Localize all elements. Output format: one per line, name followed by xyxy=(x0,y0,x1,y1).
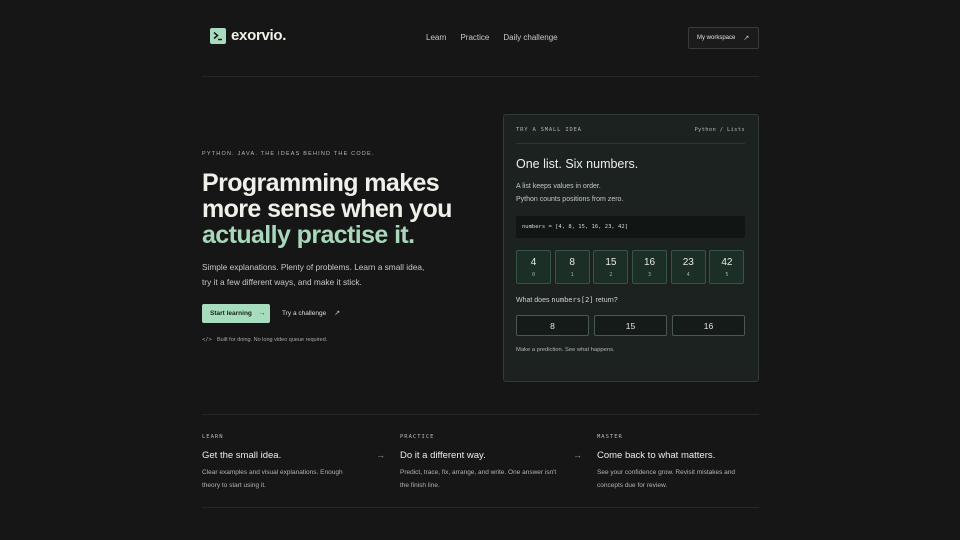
feature-learn: LEARN Get the small idea. Clear examples… xyxy=(202,434,372,492)
card-hint: Make a prediction. See what happens. xyxy=(516,347,615,353)
feature-text-line: concepts due for review. xyxy=(597,481,668,489)
arrow-up-right-icon: ↗ xyxy=(743,35,750,42)
card-body-line-2: Python counts positions from zero. xyxy=(516,195,624,203)
answer-option-button[interactable]: 15 xyxy=(594,315,667,336)
feature-text-line: See your confidence grow. Revisit mistak… xyxy=(597,469,736,476)
answer-option-button[interactable]: 16 xyxy=(672,315,745,336)
my-workspace-button[interactable]: My workspace ↗ xyxy=(688,27,759,49)
arrow-up-right-icon: ↗ xyxy=(334,310,341,317)
cell-value: 23 xyxy=(682,256,694,268)
arrow-right-icon: → xyxy=(573,450,582,460)
cell-value: 16 xyxy=(644,256,656,268)
card-path: Python / Lists xyxy=(694,127,745,133)
card-tag: TRY A SMALL IDEA xyxy=(516,127,582,133)
cell-index: 0 xyxy=(531,271,535,278)
terminal-prompt-icon xyxy=(210,27,226,44)
feature-label: MASTER xyxy=(597,434,623,440)
list-cell: 81 xyxy=(554,250,590,284)
feature-text-line: theory to start using it. xyxy=(202,481,266,489)
question-pre: What does xyxy=(516,297,552,304)
question-code: numbers[2] xyxy=(551,296,594,304)
try-challenge-link[interactable]: Try a challenge ↗ xyxy=(282,309,341,318)
feature-master: MASTER Come back to what matters. See yo… xyxy=(597,434,767,492)
logo-text: exorvio. xyxy=(231,27,287,44)
try-challenge-label: Try a challenge xyxy=(282,309,327,317)
hero-headline: Programming makes more sense when you ac… xyxy=(202,170,462,248)
feature-practice: PRACTICE Do it a different way. Predict,… xyxy=(400,434,570,492)
main-nav: Learn Practice Daily challenge xyxy=(426,33,558,42)
header-divider xyxy=(202,76,759,77)
desc-line-2: try it a few different ways, and make it… xyxy=(202,277,362,287)
list-cells: 40 81 15 2 16 3 23 4 42 5 xyxy=(516,250,745,284)
cell-value: 42 xyxy=(721,256,733,268)
logo[interactable]: exorvio. xyxy=(210,27,286,44)
hero-eyebrow: PYTHON. JAVA. THE IDEAS BEHIND THE CODE. xyxy=(202,151,375,157)
list-cell: 15 2 xyxy=(593,250,629,284)
my-workspace-label: My workspace xyxy=(697,35,736,41)
desc-line-1: Simple explanations. Plenty of problems.… xyxy=(202,262,425,272)
feature-text: Clear examples and visual explanations. … xyxy=(202,467,372,492)
cell-index: 3 xyxy=(648,271,652,278)
cell-index: 2 xyxy=(609,271,613,278)
cell-value: 4 xyxy=(530,256,537,268)
feature-label: LEARN xyxy=(202,434,224,440)
site-header: exorvio. Learn Practice Daily challenge … xyxy=(202,26,759,50)
cell-value: 15 xyxy=(605,256,617,268)
features-divider-bottom xyxy=(202,507,759,508)
headline-accent: actually practise it. xyxy=(202,221,415,249)
card-header: TRY A SMALL IDEA Python / Lists xyxy=(516,127,745,133)
start-learning-label: Start learning xyxy=(210,310,252,317)
cell-index: 5 xyxy=(725,271,729,278)
code-brackets-icon: </> xyxy=(202,337,212,343)
feature-text: See your confidence grow. Revisit mistak… xyxy=(597,467,767,492)
headline-line-2: more sense when you xyxy=(202,195,452,223)
arrow-right-icon: → xyxy=(258,310,266,317)
cell-value: 8 xyxy=(569,256,575,268)
list-cell: 40 xyxy=(516,250,551,284)
card-body: A list keeps values in order. Python cou… xyxy=(516,181,623,206)
feature-title: Get the small idea. xyxy=(202,450,282,461)
nav-learn[interactable]: Learn xyxy=(426,33,446,42)
cell-index: 1 xyxy=(570,271,574,278)
list-cell: 16 3 xyxy=(632,250,668,284)
feature-text-line: Clear examples and visual explanations. … xyxy=(202,469,343,476)
list-cell: 23 4 xyxy=(670,250,706,284)
feature-text: Predict, trace, fix, arrange, and write.… xyxy=(400,467,570,492)
answer-option-button[interactable]: 8 xyxy=(516,315,589,336)
card-title: One list. Six numbers. xyxy=(516,157,639,171)
feature-title: Do it a different way. xyxy=(400,450,486,461)
feature-text-line: Predict, trace, fix, arrange, and write.… xyxy=(400,469,557,476)
feature-text-line: the finish line. xyxy=(400,481,440,489)
headline-line-1: Programming makes xyxy=(202,169,440,197)
list-cell: 42 5 xyxy=(709,250,745,284)
hero-description: Simple explanations. Plenty of problems.… xyxy=(202,260,442,290)
nav-practice[interactable]: Practice xyxy=(460,33,489,42)
feature-title: Come back to what matters. xyxy=(597,450,716,461)
quiz-question: What does numbers[2] return? xyxy=(516,296,618,304)
question-post: return? xyxy=(593,297,618,304)
card-body-line-1: A list keeps values in order. xyxy=(516,183,601,190)
features-divider-top xyxy=(202,414,759,415)
start-learning-button[interactable]: Start learning → xyxy=(202,304,270,323)
feature-label: PRACTICE xyxy=(400,434,435,440)
card-divider xyxy=(516,143,745,144)
hero-note: </> Built for doing. No long video queue… xyxy=(202,337,327,343)
try-idea-card: TRY A SMALL IDEA Python / Lists One list… xyxy=(503,114,759,382)
hero-note-text: Built for doing. No long video queue req… xyxy=(216,337,328,343)
cell-index: 4 xyxy=(686,271,690,278)
arrow-right-icon: → xyxy=(376,450,385,460)
nav-daily-challenge[interactable]: Daily challenge xyxy=(503,33,557,42)
code-snippet: numbers = [4, 8, 15, 16, 23, 42] xyxy=(516,216,745,238)
answer-options: 8 15 16 xyxy=(516,315,745,336)
